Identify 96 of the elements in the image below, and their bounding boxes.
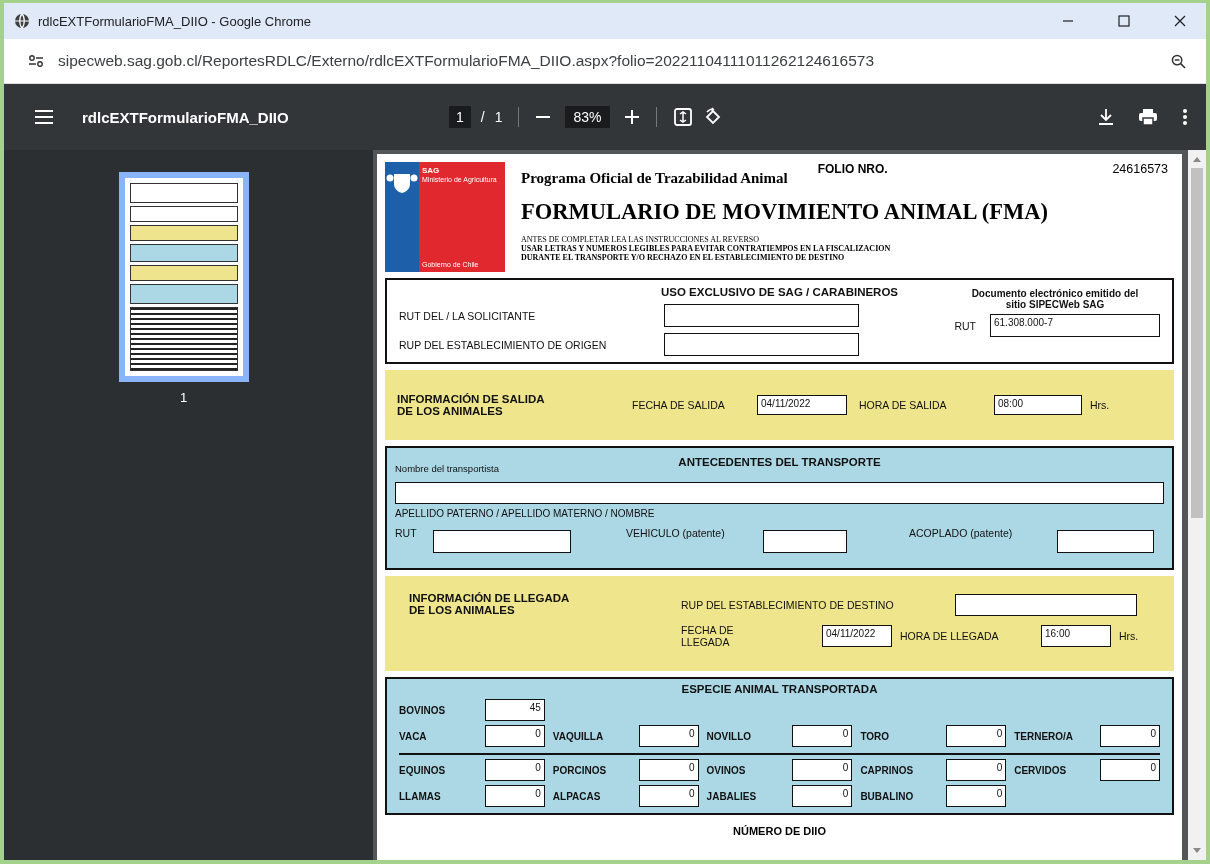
species-label: PORCINOS (552, 764, 607, 776)
instruction-text: DURANTE EL TRANSPORTE Y/O RECHAZO EN EL ESTABLECIMIENTO DE DESTINO (521, 253, 846, 262)
field-label: HORA DE SALIDA (859, 399, 948, 411)
print-icon[interactable] (1138, 108, 1158, 126)
species-label: TORO (860, 730, 890, 742)
page-separator: / (480, 109, 485, 125)
species-label: BUBALINO (860, 790, 914, 802)
input-field[interactable]: 61.308.000-7 (990, 314, 1160, 337)
site-settings-icon[interactable] (28, 54, 44, 68)
page-thumbnail[interactable] (118, 172, 249, 382)
scroll-down-icon[interactable] (1193, 848, 1201, 854)
agency-name: SAG (422, 166, 441, 175)
url-text[interactable]: sipecweb.sag.gob.cl/ReportesRDLC/Externo/rdlcEXTFormularioFMA_DIIO.aspx?folio=20221104111011262124616573 (58, 52, 1157, 70)
count-field[interactable]: 0 (946, 785, 1007, 807)
input-field[interactable] (955, 594, 1137, 616)
field-label: ACOPLADO (patente) (909, 527, 1014, 539)
folio-label: FOLIO NRO. (817, 162, 888, 176)
page-number-field[interactable]: 1 (449, 106, 471, 128)
species-label: CERVIDOS (1014, 764, 1067, 776)
unit-label: Hrs. (1090, 399, 1110, 411)
scrollbar-thumb[interactable] (1191, 168, 1203, 518)
species-label: TERNERO/A (1014, 730, 1074, 742)
species-label: JABALIES (706, 790, 757, 802)
form-title: FORMULARIO DE MOVIMIENTO ANIMAL (FMA) (521, 199, 1050, 225)
count-field[interactable]: 0 (638, 785, 699, 807)
count-field[interactable]: 0 (1100, 725, 1160, 747)
field-label: RUT (954, 319, 976, 332)
species-label: OVINOS (706, 764, 746, 776)
count-field[interactable]: 0 (484, 759, 545, 781)
species-label: NOVILLO (706, 730, 752, 742)
count-field[interactable]: 0 (946, 725, 1007, 747)
section-title: INFORMACIÓN DE LLEGADA DE LOS ANIMALES (409, 592, 571, 618)
page-label: 1 (179, 390, 188, 405)
count-field[interactable]: 0 (1100, 759, 1160, 781)
count-field[interactable]: 0 (946, 759, 1007, 781)
close-icon[interactable] (1174, 15, 1186, 27)
count-field[interactable]: 0 (792, 725, 853, 747)
field-label: RUP DEL ESTABLECIMIENTO DE ORIGEN (399, 338, 608, 351)
input-field[interactable]: 08:00 (994, 395, 1082, 415)
download-icon[interactable] (1098, 108, 1114, 126)
field-label: RUT (395, 527, 418, 539)
input-field[interactable]: 04/11/2022 (822, 625, 892, 647)
folio-number: 24616573 (1112, 162, 1168, 176)
field-label: HORA DE LLEGADA (900, 630, 1000, 642)
field-caption: APELLIDO PATERNO / APELLIDO MATERNO / NOMBRE (395, 508, 656, 519)
input-field[interactable]: 16:00 (1041, 625, 1111, 647)
species-label: LLAMAS (399, 790, 441, 802)
species-label: CAPRINOS (860, 764, 914, 776)
species-label: EQUINOS (399, 764, 446, 776)
maximize-icon[interactable] (1118, 15, 1130, 27)
globe-icon (14, 13, 30, 29)
count-field[interactable]: 45 (484, 699, 545, 721)
input-field[interactable] (664, 333, 859, 356)
field-label: RUP DEL ESTABLECIMIENTO DE DESTINO (681, 599, 895, 611)
count-field[interactable]: 0 (638, 725, 699, 747)
species-label: VAQUILLA (552, 730, 604, 742)
section-title: ANTECEDENTES DEL TRANSPORTE (677, 456, 882, 468)
scrollbar[interactable] (1188, 150, 1206, 860)
count-field[interactable]: 0 (484, 785, 545, 807)
input-field[interactable]: 04/11/2022 (757, 395, 847, 415)
document-title: rdlcEXTFormularioFMA_DIIO (82, 108, 289, 126)
count-field[interactable]: 0 (792, 785, 853, 807)
instruction-text: ANTES DE COMPLETAR LEA LAS INSTRUCCIONES AL REVERSO (521, 235, 760, 244)
page-total: 1 (494, 109, 503, 125)
section-title: ESPECIE ANIMAL TRANSPORTADA (681, 683, 878, 695)
section-title: USO EXCLUSIVO DE SAG / CARABINEROS (660, 286, 899, 298)
count-field[interactable]: 0 (638, 759, 699, 781)
issuer-note: Documento electrónico emitido del sitio SIPECWeb SAG (970, 288, 1140, 310)
field-label: RUT DEL / LA SOLICITANTE (399, 309, 537, 322)
field-label: Nombre del transportista (395, 463, 500, 474)
more-options-icon[interactable] (1182, 108, 1188, 126)
species-label: VACA (399, 730, 427, 742)
field-label: VEHICULO (patente) (626, 527, 726, 539)
menu-icon[interactable] (34, 109, 54, 125)
input-field[interactable] (1057, 530, 1154, 553)
instruction-text: USAR LETRAS Y NUMEROS LEGIBLES PARA EVITAR CONTRATIEMPOS EN LA FISCALIZACION (521, 244, 892, 253)
window-title: rdlcEXTFormularioFMA_DIIO - Google Chrome (38, 13, 313, 29)
section-title: INFORMACIÓN DE SALIDA DE LOS ANIMALES (397, 393, 546, 417)
count-field[interactable]: 0 (792, 759, 853, 781)
program-name: Programa Oficial de Trazabilidad Animal (521, 170, 788, 187)
section-title: NÚMERO DE DIIO (733, 825, 826, 837)
input-field[interactable] (664, 304, 859, 327)
zoom-field[interactable]: 83% (565, 106, 610, 128)
input-field[interactable] (763, 530, 847, 553)
carrier-name-field[interactable] (395, 482, 1164, 504)
zoom-in-icon[interactable] (623, 109, 640, 125)
scroll-up-icon[interactable] (1193, 156, 1201, 162)
fit-page-icon[interactable] (672, 107, 693, 127)
zoom-icon[interactable] (1171, 53, 1186, 69)
species-label: ALPACAS (552, 790, 601, 802)
field-label: FECHA DE SALIDA (632, 399, 726, 411)
input-field[interactable] (433, 530, 571, 553)
species-label: BOVINOS (399, 704, 446, 716)
unit-label: Hrs. (1119, 630, 1139, 642)
field-label: FECHA DE LLEGADA (681, 624, 735, 648)
count-field[interactable]: 0 (484, 725, 545, 747)
